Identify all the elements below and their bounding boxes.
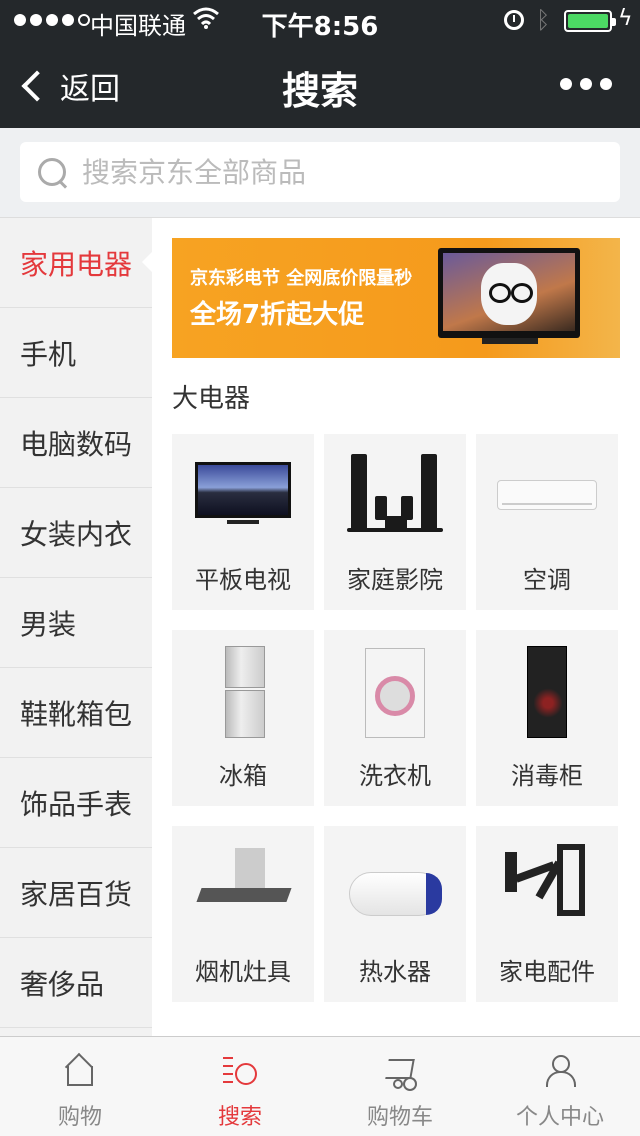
banner-headline: 全场7折起大促 <box>190 300 365 330</box>
search-box[interactable] <box>20 142 620 202</box>
tab-label: 个人中心 <box>515 1105 604 1130</box>
tab-label: 搜索 <box>217 1105 262 1130</box>
search-input[interactable] <box>82 155 562 189</box>
category-tile-air-conditioner[interactable]: 空调 <box>476 434 618 610</box>
sidebar-item-label: 家用电器 <box>20 247 133 281</box>
category-tile-label: 空调 <box>523 566 571 594</box>
alarm-icon <box>504 10 524 30</box>
search-area <box>0 128 640 218</box>
sidebar-item-luxury[interactable]: 奢侈品 <box>0 938 152 1028</box>
category-tile-fridge[interactable]: 冰箱 <box>172 630 314 806</box>
sidebar-item-mens-wear[interactable]: 男装 <box>0 578 152 668</box>
banner-tv-image <box>438 248 580 338</box>
page-title: 搜索 <box>281 69 358 113</box>
more-dot <box>580 78 592 90</box>
sidebar-item-appliances[interactable]: 家用电器 <box>0 218 152 308</box>
more-dot <box>560 78 572 90</box>
search-icon <box>36 156 68 188</box>
tab-label: 购物车 <box>366 1105 433 1130</box>
battery-icon <box>564 10 616 32</box>
sterilizer-icon <box>497 646 597 742</box>
category-tile-label: 平板电视 <box>195 566 291 594</box>
bottom-tab-bar: 购物 搜索 购物车 个人中心 <box>0 1036 640 1136</box>
promo-banner[interactable]: 京东彩电节 全网底价限量秒 全场7折起大促 <box>172 238 620 358</box>
category-tile-label: 洗衣机 <box>359 762 431 790</box>
category-tile-sterilizer[interactable]: 消毒柜 <box>476 630 618 806</box>
category-tile-water-heater[interactable]: 热水器 <box>324 826 466 1002</box>
cart-icon <box>383 1053 417 1089</box>
range-hood-icon <box>193 842 293 938</box>
tv-icon <box>193 450 293 546</box>
category-tile-tv[interactable]: 平板电视 <box>172 434 314 610</box>
tab-cart[interactable]: 购物车 <box>320 1037 480 1136</box>
water-heater-icon <box>345 842 445 938</box>
sidebar-item-label: 饰品手表 <box>20 787 133 821</box>
tv-mount-icon <box>497 842 597 938</box>
tab-shopping[interactable]: 购物 <box>0 1037 160 1136</box>
fridge-icon <box>193 646 293 742</box>
home-icon <box>63 1053 97 1087</box>
sidebar-item-jewelry[interactable]: 饰品手表 <box>0 758 152 848</box>
category-tile-home-theater[interactable]: 家庭影院 <box>324 434 466 610</box>
air-conditioner-icon <box>497 450 597 546</box>
user-icon <box>543 1053 577 1087</box>
category-tile-washer[interactable]: 洗衣机 <box>324 630 466 806</box>
category-tile-label: 家庭影院 <box>347 566 443 594</box>
category-tile-range-hood[interactable]: 烟机灶具 <box>172 826 314 1002</box>
category-sidebar: 家用电器 手机 电脑数码 女装内衣 男装 鞋靴箱包 饰品手表 家居百货 奢侈品 <box>0 218 152 1036</box>
tab-label: 购物 <box>57 1105 102 1130</box>
category-tile-label: 消毒柜 <box>511 762 583 790</box>
category-tile-label: 热水器 <box>359 958 431 986</box>
section-title: 大电器 <box>172 384 251 414</box>
battery-fill <box>568 14 608 28</box>
sidebar-item-phones[interactable]: 手机 <box>0 308 152 398</box>
sidebar-item-womens-wear[interactable]: 女装内衣 <box>0 488 152 578</box>
bluetooth-icon: ᛒ <box>536 6 551 34</box>
washer-icon <box>345 646 445 742</box>
category-tile-accessories[interactable]: 家电配件 <box>476 826 618 1002</box>
category-tile-label: 家电配件 <box>499 958 595 986</box>
sidebar-item-shoes-bags[interactable]: 鞋靴箱包 <box>0 668 152 758</box>
more-dot <box>600 78 612 90</box>
search-icon <box>223 1053 257 1087</box>
category-tile-label: 烟机灶具 <box>195 958 291 986</box>
category-tile-label: 冰箱 <box>219 762 267 790</box>
more-button[interactable] <box>560 78 612 90</box>
sidebar-item-home-goods[interactable]: 家居百货 <box>0 848 152 938</box>
category-content: 京东彩电节 全网底价限量秒 全场7折起大促 大电器 平板电视 家庭影院 空调 冰… <box>152 218 640 1036</box>
sidebar-item-label: 家居百货 <box>20 877 133 911</box>
tab-search[interactable]: 搜索 <box>160 1037 320 1136</box>
sidebar-item-label: 女装内衣 <box>20 517 133 551</box>
sidebar-item-label: 男装 <box>20 607 77 641</box>
sidebar-item-label: 奢侈品 <box>20 967 105 1001</box>
sidebar-item-label: 手机 <box>20 337 77 371</box>
sidebar-item-label: 电脑数码 <box>20 427 133 461</box>
nav-bar: 返回 搜索 <box>0 40 640 128</box>
sidebar-item-label: 鞋靴箱包 <box>20 697 133 731</box>
banner-tv-stand <box>482 338 538 344</box>
status-bar: 中国联通 下午8:56 ᛒ ϟ <box>0 0 640 42</box>
product-category-grid: 平板电视 家庭影院 空调 冰箱 洗衣机 消毒柜 烟机灶具 热水器 家电配件 <box>172 434 620 1002</box>
banner-subtitle: 京东彩电节 全网底价限量秒 <box>190 268 413 289</box>
home-theater-icon <box>345 450 445 546</box>
sidebar-item-computers[interactable]: 电脑数码 <box>0 398 152 488</box>
charging-icon: ϟ <box>618 6 633 31</box>
tab-profile[interactable]: 个人中心 <box>480 1037 640 1136</box>
top-bar: 中国联通 下午8:56 ᛒ ϟ 返回 搜索 <box>0 0 640 128</box>
